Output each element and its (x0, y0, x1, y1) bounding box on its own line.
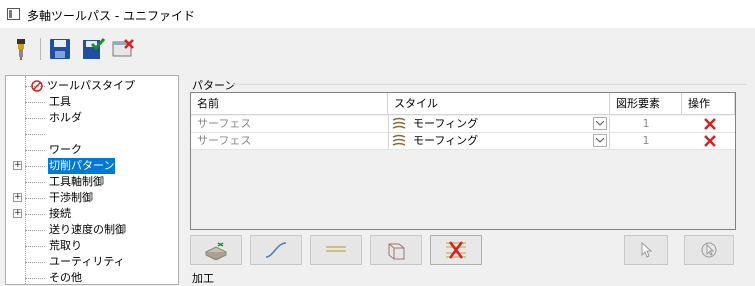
tree-item-label: 工具軸制御 (49, 175, 104, 188)
title-bar: 多軸ツールパス - ユニファイド (0, 0, 755, 28)
table-row[interactable]: サーフェス モーフィング 1 (191, 116, 735, 133)
tree-item-label: 送り速度の制御 (49, 223, 126, 236)
select-icon (641, 241, 653, 258)
pick-button[interactable] (684, 235, 734, 265)
tree-item-label: 切削パターン (48, 158, 116, 174)
table-row[interactable]: サーフェス モーフィング 1 (191, 133, 735, 150)
toolbar-separator (40, 38, 41, 60)
save-close-icon[interactable] (80, 36, 106, 62)
row-count: 1 (642, 134, 650, 147)
add-curve-button[interactable] (250, 235, 302, 265)
add-surface-icon (204, 242, 228, 260)
style-value: モーフィング (413, 117, 479, 130)
add-box-icon (388, 243, 405, 260)
chevron-down-icon[interactable] (593, 134, 607, 147)
chevron-down-icon[interactable] (593, 117, 607, 130)
column-header-name[interactable]: 名前 (191, 93, 388, 115)
group-divider (232, 84, 747, 85)
tree-item-label: ワーク (49, 143, 82, 156)
tree-item-label: 接続 (49, 207, 71, 220)
tree-connector (25, 76, 26, 284)
add-lines-button[interactable] (310, 235, 362, 265)
tree-item-label: ツールパスタイプ (47, 79, 135, 92)
add-surface-button[interactable] (190, 235, 242, 265)
tree-item-label: 干渉制御 (49, 191, 93, 204)
tree-item-label: その他 (49, 271, 82, 284)
tree-item-label: 工具 (49, 95, 71, 108)
save-icon[interactable] (47, 36, 73, 62)
expand-icon[interactable]: + (13, 161, 22, 170)
delete-icon[interactable] (703, 117, 717, 131)
column-header-entities[interactable]: 図形要素 (610, 93, 682, 115)
tool-icon[interactable] (8, 36, 34, 62)
app-icon (7, 8, 20, 20)
pattern-table[interactable]: 名前 スタイル 図形要素 操作 サーフェス モーフィング 1 サーフェス モーフ… (190, 92, 736, 230)
column-header-operation[interactable]: 操作 (682, 93, 735, 115)
delete-all-button[interactable] (430, 235, 482, 265)
pick-icon (701, 242, 717, 258)
tree-item-label: ユーティリティ (49, 255, 125, 268)
add-box-button[interactable] (370, 235, 422, 265)
tree-item-label: 荒取り (49, 239, 82, 252)
delete-all-icon (446, 241, 466, 259)
column-header-style[interactable]: スタイル (388, 93, 610, 115)
expand-icon[interactable]: + (13, 193, 22, 202)
cancel-icon[interactable] (111, 36, 137, 62)
add-lines-icon (326, 246, 346, 252)
row-name: サーフェス (197, 117, 252, 130)
row-name: サーフェス (197, 134, 252, 147)
tree-item-label: ホルダ (49, 111, 82, 124)
delete-icon[interactable] (703, 134, 717, 148)
morph-icon (392, 117, 406, 129)
select-button[interactable] (624, 235, 668, 265)
toolbar (0, 28, 755, 72)
machining-group-title: 加工 (192, 272, 214, 285)
morph-icon (392, 134, 406, 146)
pattern-group-title: パターン (192, 79, 236, 92)
style-value: モーフィング (413, 134, 479, 147)
error-icon (31, 80, 43, 92)
row-count: 1 (642, 117, 650, 130)
expand-icon[interactable]: + (13, 209, 22, 218)
style-dropdown[interactable]: モーフィング (388, 133, 610, 149)
window-title: 多軸ツールパス - ユニファイド (27, 9, 195, 23)
tree-panel[interactable]: ツールパスタイプ 工具 ホルダ ワーク + 切削パターン 工具軸制御 + 干渉制… (5, 75, 179, 285)
add-curve-icon (265, 242, 287, 258)
style-dropdown[interactable]: モーフィング (388, 116, 610, 132)
